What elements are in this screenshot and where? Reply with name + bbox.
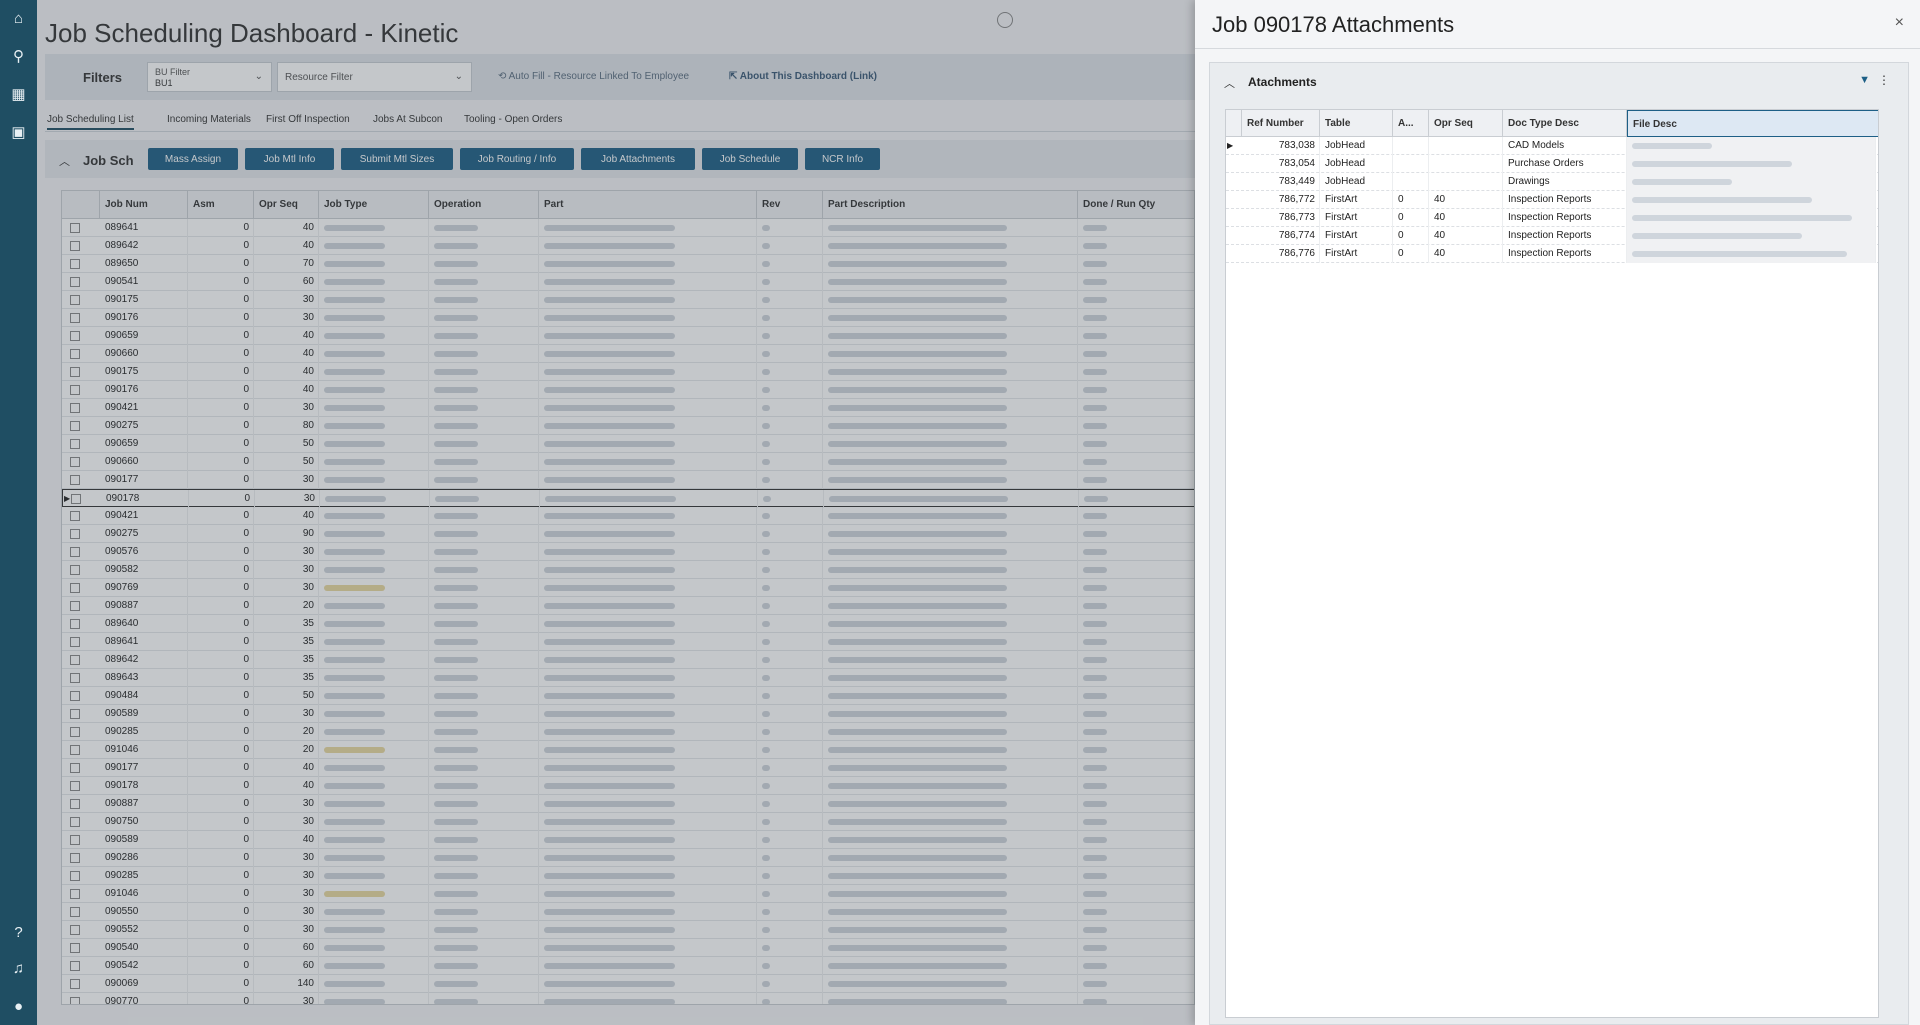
bell-icon[interactable]: ♫: [0, 954, 37, 982]
table-row[interactable]: ▶ 783,038 JobHead CAD Models: [1226, 137, 1878, 155]
cell: CAD Models: [1503, 137, 1627, 155]
cell: Inspection Reports: [1503, 209, 1627, 227]
cell-redacted: [1627, 209, 1876, 227]
table-row[interactable]: 786,773 FirstArt 0 40 Inspection Reports: [1226, 209, 1878, 227]
cell: 786,774: [1242, 227, 1320, 245]
dashboard-icon[interactable]: ▣: [0, 118, 37, 146]
more-options-icon[interactable]: ⋮: [1878, 73, 1890, 87]
table-row[interactable]: 786,772 FirstArt 0 40 Inspection Reports: [1226, 191, 1878, 209]
cell: [1393, 173, 1429, 191]
left-nav-rail: ⌂ ⚲ ▦ ▣ ? ♫ ●: [0, 0, 37, 1025]
cell: 786,773: [1242, 209, 1320, 227]
cell: 0: [1393, 191, 1429, 209]
redacted-text: [1632, 215, 1852, 221]
cell: 783,038: [1242, 137, 1320, 155]
column-header[interactable]: Ref Number: [1242, 110, 1320, 137]
cell-redacted: [1627, 245, 1876, 263]
column-header[interactable]: Table: [1320, 110, 1393, 137]
cell: JobHead: [1320, 173, 1393, 191]
attachments-grid: Ref Number Table A... Opr Seq Doc Type Desc F…: [1225, 109, 1879, 1018]
user-icon[interactable]: ●: [0, 992, 37, 1020]
redacted-text: [1632, 233, 1802, 239]
cell: [1429, 173, 1503, 191]
cell: 0: [1393, 227, 1429, 245]
redacted-text: [1632, 179, 1732, 185]
drawer-title: Job 090178 Attachments: [1212, 12, 1455, 37]
attachments-card-header: ︿ Atachments ▼ ⋮: [1210, 63, 1908, 99]
cell: 783,449: [1242, 173, 1320, 191]
help-icon[interactable]: ?: [0, 918, 37, 946]
cell: 783,054: [1242, 155, 1320, 173]
cell: 40: [1429, 209, 1503, 227]
apps-icon[interactable]: ▦: [0, 80, 37, 108]
cell: Inspection Reports: [1503, 227, 1627, 245]
row-indicator-column: [1226, 110, 1242, 137]
modal-overlay[interactable]: [37, 0, 1195, 1025]
column-header[interactable]: Opr Seq: [1429, 110, 1503, 137]
cell: 786,772: [1242, 191, 1320, 209]
column-header[interactable]: File Desc: [1627, 110, 1878, 137]
cell: JobHead: [1320, 137, 1393, 155]
cell-redacted: [1627, 191, 1876, 209]
attachments-drawer: Job 090178 Attachments × ︿ Atachments ▼ …: [1195, 0, 1920, 1025]
drawer-divider: [1195, 48, 1920, 49]
column-header[interactable]: Doc Type Desc: [1503, 110, 1627, 137]
cell: 0: [1393, 209, 1429, 227]
attachments-card-title: Atachments: [1248, 75, 1317, 89]
cell: 786,776: [1242, 245, 1320, 263]
cell: 40: [1429, 191, 1503, 209]
close-icon[interactable]: ×: [1895, 14, 1904, 32]
attachments-card: ︿ Atachments ▼ ⋮ Ref Number Table A... Opr …: [1209, 62, 1909, 1025]
cell: Drawings: [1503, 173, 1627, 191]
cell-redacted: [1627, 173, 1876, 191]
home-icon[interactable]: ⌂: [0, 4, 37, 32]
table-row[interactable]: 783,054 JobHead Purchase Orders: [1226, 155, 1878, 173]
cell: JobHead: [1320, 155, 1393, 173]
cell: FirstArt: [1320, 245, 1393, 263]
cell: 40: [1429, 227, 1503, 245]
collapse-icon[interactable]: ︿: [1224, 75, 1235, 91]
cell: [1393, 155, 1429, 173]
redacted-text: [1632, 161, 1792, 167]
cell: Inspection Reports: [1503, 191, 1627, 209]
redacted-text: [1632, 143, 1712, 149]
redacted-text: [1632, 251, 1847, 257]
search-icon[interactable]: ⚲: [0, 42, 37, 70]
cell-redacted: [1627, 155, 1876, 173]
cell: 40: [1429, 245, 1503, 263]
redacted-text: [1632, 197, 1812, 203]
cell: Purchase Orders: [1503, 155, 1627, 173]
filter-icon[interactable]: ▼: [1859, 74, 1870, 86]
cell: FirstArt: [1320, 227, 1393, 245]
cell: [1429, 137, 1503, 155]
cell: [1429, 155, 1503, 173]
cell: [1393, 137, 1429, 155]
cell: FirstArt: [1320, 209, 1393, 227]
table-row[interactable]: 786,774 FirstArt 0 40 Inspection Reports: [1226, 227, 1878, 245]
attachments-grid-header: Ref Number Table A... Opr Seq Doc Type Desc F…: [1226, 110, 1878, 137]
cell: 0: [1393, 245, 1429, 263]
table-row[interactable]: 783,449 JobHead Drawings: [1226, 173, 1878, 191]
cell: Inspection Reports: [1503, 245, 1627, 263]
row-selected-icon: ▶: [1227, 141, 1234, 150]
cell-redacted: [1627, 227, 1876, 245]
table-row[interactable]: 786,776 FirstArt 0 40 Inspection Reports: [1226, 245, 1878, 263]
cell-redacted: [1627, 137, 1876, 155]
column-header[interactable]: A...: [1393, 110, 1429, 137]
cell: FirstArt: [1320, 191, 1393, 209]
